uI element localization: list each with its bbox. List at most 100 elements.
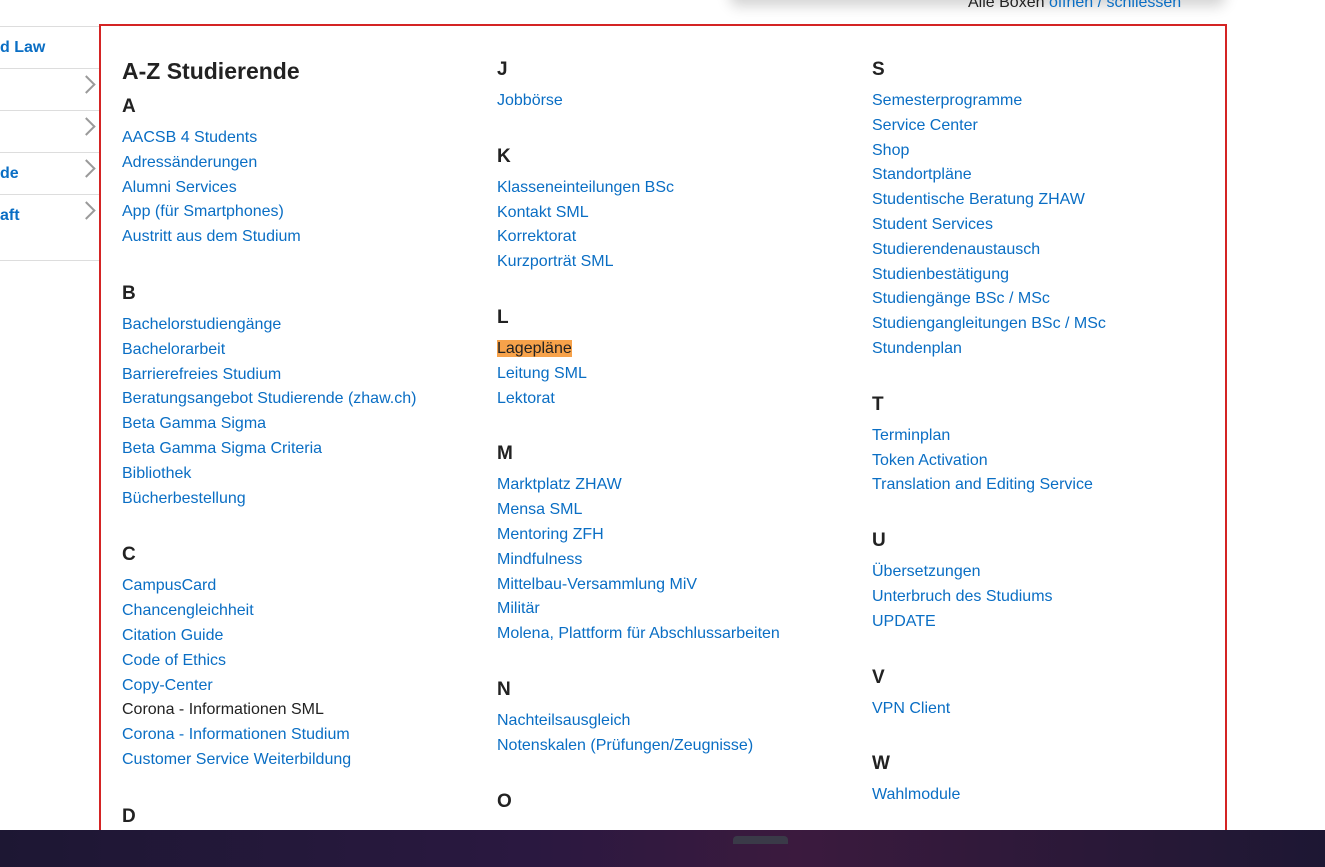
az-link[interactable]: Unterbruch des Studiums — [872, 588, 1053, 605]
az-link[interactable]: Studentische Beratung ZHAW — [872, 191, 1085, 208]
list-item: Kurzporträt SML — [497, 250, 867, 275]
az-link[interactable]: Militär — [497, 600, 540, 617]
list-item: Mittelbau-Versammlung MiV — [497, 573, 867, 598]
az-link[interactable]: Wahlmodule — [872, 786, 960, 803]
page-title: A-Z Studierende — [122, 58, 300, 84]
chevron-right-icon[interactable] — [77, 159, 96, 178]
az-link[interactable]: Corona - Informationen Studium — [122, 726, 350, 743]
az-link[interactable]: Notenskalen (Prüfungen/Zeugnisse) — [497, 737, 753, 754]
az-link[interactable]: Lektorat — [497, 390, 555, 407]
chevron-right-icon[interactable] — [77, 75, 96, 94]
az-link[interactable]: Semesterprogramme — [872, 92, 1022, 109]
az-link[interactable]: Translation and Editing Service — [872, 476, 1093, 493]
az-link[interactable]: Citation Guide — [122, 627, 223, 644]
list-item: Bachelorstudiengänge — [122, 313, 492, 338]
list-item: Code of Ethics — [122, 649, 492, 674]
letter-group: D — [122, 805, 492, 829]
az-link[interactable]: Kurzporträt SML — [497, 253, 613, 270]
letter-item-list: Marktplatz ZHAW Mensa SML Mentoring ZFH Min… — [497, 473, 867, 647]
az-link[interactable]: Beta Gamma Sigma Criteria — [122, 440, 322, 457]
az-link[interactable]: CampusCard — [122, 577, 216, 594]
az-link[interactable]: Adressänderungen — [122, 154, 257, 171]
list-item: Studienbestätigung — [872, 263, 1225, 288]
list-item: Customer Service Weiterbildung — [122, 748, 492, 773]
az-link[interactable]: Studiengänge BSc / MSc — [872, 290, 1050, 307]
az-link[interactable]: Kontakt SML — [497, 204, 589, 221]
az-link[interactable]: Token Activation — [872, 452, 988, 469]
az-link[interactable]: Jobbörse — [497, 92, 563, 109]
az-link[interactable]: Code of Ethics — [122, 652, 226, 669]
sidebar-item-5[interactable]: aft — [0, 194, 99, 260]
az-link[interactable]: App (für Smartphones) — [122, 203, 284, 220]
letter-heading: A — [122, 96, 136, 117]
az-link[interactable]: Barrierefreies Studium — [122, 366, 281, 383]
az-link[interactable]: UPDATE — [872, 613, 936, 630]
list-item: Unterbruch des Studiums — [872, 585, 1225, 610]
az-link[interactable]: Molena, Plattform für Abschlussarbeiten — [497, 625, 780, 642]
toggle-separator: / — [1093, 0, 1107, 11]
az-link[interactable]: Leitung SML — [497, 365, 587, 382]
az-link[interactable]: Bücherbestellung — [122, 490, 246, 507]
az-link[interactable]: Student Services — [872, 216, 993, 233]
az-link[interactable]: Shop — [872, 142, 909, 159]
az-link[interactable]: Übersetzungen — [872, 563, 981, 580]
az-link[interactable]: Terminplan — [872, 427, 950, 444]
sidebar-item-3[interactable] — [0, 110, 99, 152]
sidebar-item-law[interactable]: d Law — [0, 26, 99, 68]
list-item: Austritt aus dem Studium — [122, 225, 492, 250]
az-link[interactable]: Austritt aus dem Studium — [122, 228, 301, 245]
list-item: Lagepläne — [497, 337, 867, 362]
az-link[interactable]: AACSB 4 Students — [122, 129, 257, 146]
letter-item-list: Wahlmodule — [872, 783, 1225, 808]
az-link[interactable]: Chancengleichheit — [122, 602, 254, 619]
sidebar-item-2[interactable] — [0, 68, 99, 110]
az-link[interactable]: Beratungsangebot Studierende (zhaw.ch) — [122, 390, 416, 407]
close-all-link[interactable]: schliessen — [1107, 0, 1182, 11]
az-link[interactable]: Studierendenaustausch — [872, 241, 1040, 258]
list-item: Wahlmodule — [872, 783, 1225, 808]
list-item: Service Center — [872, 114, 1225, 139]
az-link[interactable]: Mensa SML — [497, 501, 582, 518]
az-link[interactable]: Mindfulness — [497, 551, 582, 568]
chevron-right-icon[interactable] — [77, 117, 96, 136]
list-item: Studiengangleitungen BSc / MSc — [872, 312, 1225, 337]
az-link[interactable]: Copy-Center — [122, 677, 213, 694]
letter-item-list: Semesterprogramme Service Center Shop Stand… — [872, 89, 1225, 362]
az-link[interactable]: Nachteilsausgleich — [497, 712, 630, 729]
az-link[interactable]: Korrektorat — [497, 228, 576, 245]
az-link[interactable]: Alumni Services — [122, 179, 237, 196]
az-link[interactable]: Mentoring ZFH — [497, 526, 604, 543]
letter-group: U Übersetzungen Unterbruch des Studiums UPD… — [872, 529, 1225, 634]
az-link[interactable]: Service Center — [872, 117, 978, 134]
letter-item-list: VPN Client — [872, 697, 1225, 722]
az-link[interactable]: VPN Client — [872, 700, 950, 717]
az-link[interactable]: Stundenplan — [872, 340, 962, 357]
az-link[interactable]: Studiengangleitungen BSc / MSc — [872, 315, 1106, 332]
az-link[interactable]: Studienbestätigung — [872, 266, 1009, 283]
az-link[interactable]: Marktplatz ZHAW — [497, 476, 622, 493]
letter-heading: D — [122, 805, 136, 827]
toggle-prefix: Alle Boxen — [968, 0, 1045, 11]
letter-group: M Marktplatz ZHAW Mensa SML Mentoring ZFH Mi… — [497, 442, 867, 647]
letter-heading: J — [497, 59, 508, 80]
az-link[interactable]: Bachelorarbeit — [122, 341, 225, 358]
open-all-link[interactable]: öffnen — [1049, 0, 1093, 11]
list-item: Adressänderungen — [122, 151, 492, 176]
letter-group: L Lagepläne Leitung SML Lektorat — [497, 306, 867, 411]
az-link[interactable]: Standortpläne — [872, 166, 972, 183]
list-item: Nachteilsausgleich — [497, 709, 867, 734]
az-link[interactable]: Lagepläne — [497, 339, 572, 357]
az-link[interactable]: Mittelbau-Versammlung MiV — [497, 576, 697, 593]
sidebar-item-4[interactable]: de — [0, 152, 99, 194]
az-link[interactable]: Beta Gamma Sigma — [122, 415, 266, 432]
letter-heading: L — [497, 306, 509, 328]
chevron-right-icon[interactable] — [77, 201, 96, 220]
az-link[interactable]: Customer Service Weiterbildung — [122, 751, 351, 768]
list-item: Studiengänge BSc / MSc — [872, 287, 1225, 312]
list-item: CampusCard — [122, 574, 492, 599]
az-link[interactable]: Klasseneinteilungen BSc — [497, 179, 674, 196]
letter-group: C CampusCard Chancengleichheit Citation Gui… — [122, 543, 492, 772]
letter-item-list: Lagepläne Leitung SML Lektorat — [497, 337, 867, 411]
az-link[interactable]: Bachelorstudiengänge — [122, 316, 281, 333]
az-link[interactable]: Bibliothek — [122, 465, 191, 482]
